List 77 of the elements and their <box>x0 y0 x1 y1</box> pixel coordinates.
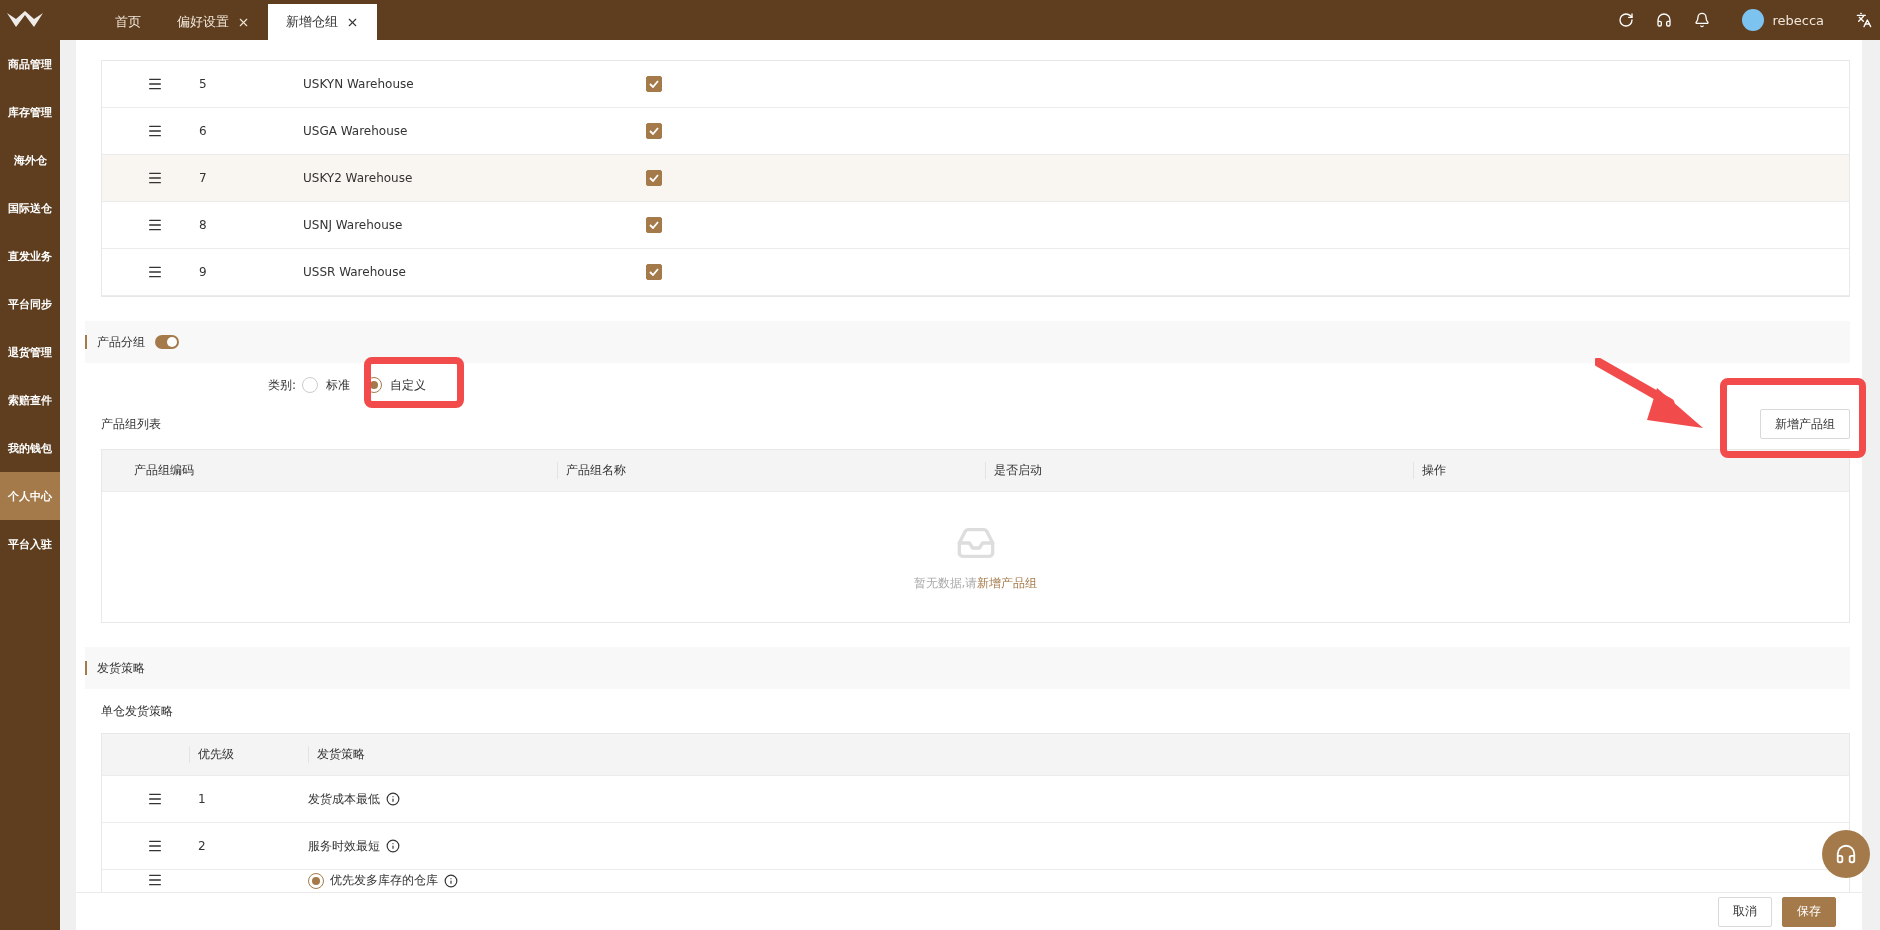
column-header: 产品组名称 <box>566 463 626 477</box>
sidebar-item[interactable]: 个人中心 <box>0 472 60 520</box>
table-cell: 优先发多库存的仓库 <box>330 872 438 889</box>
table-cell: 6 <box>199 124 207 138</box>
translate-icon[interactable] <box>1856 12 1872 28</box>
checkbox[interactable] <box>646 170 662 186</box>
field-label: 类别: <box>268 376 297 394</box>
check-icon <box>649 174 659 182</box>
refresh-icon[interactable] <box>1618 12 1635 28</box>
table-cell: 1 <box>198 792 206 806</box>
column-header: 操作 <box>1422 463 1446 477</box>
info-icon[interactable] <box>444 873 458 888</box>
radio-option[interactable]: 自定义 <box>366 376 427 394</box>
table-cell: 7 <box>199 171 207 185</box>
sidebar-item[interactable]: 海外仓 <box>0 136 60 184</box>
avatar[interactable] <box>1742 9 1765 31</box>
drag-handle-icon[interactable] <box>147 872 163 888</box>
table-cell: 5 <box>199 77 207 91</box>
page-tab[interactable]: 首页 <box>97 4 159 40</box>
checkbox[interactable] <box>646 76 662 92</box>
subsection-title: 单仓发货策略 <box>101 702 173 720</box>
check-icon <box>649 221 659 229</box>
table-cell: USSR Warehouse <box>303 265 406 279</box>
info-icon[interactable] <box>386 792 400 806</box>
sidebar-item[interactable]: 库存管理 <box>0 88 60 136</box>
table-cell: 服务时效最短 <box>308 837 380 855</box>
headset-icon <box>1835 843 1857 865</box>
sidebar-item[interactable]: 索赔查件 <box>0 376 60 424</box>
table-cell: USNJ Warehouse <box>303 218 403 232</box>
empty-message: 暂无数据,请新增产品组 <box>913 574 1038 592</box>
check-icon <box>649 268 659 276</box>
sidebar-item[interactable]: 退货管理 <box>0 328 60 376</box>
cancel-button[interactable]: 取消 <box>1718 896 1772 927</box>
page-tab[interactable]: 新增仓组 <box>268 4 377 40</box>
radio-option[interactable]: 标准 <box>302 376 351 394</box>
table-cell: 2 <box>198 839 206 853</box>
drag-handle-icon[interactable] <box>147 217 163 233</box>
sidebar-item[interactable]: 直发业务 <box>0 232 60 280</box>
info-icon[interactable] <box>386 839 400 853</box>
drag-handle-icon[interactable] <box>147 838 163 854</box>
logo-icon <box>6 11 44 29</box>
user-name[interactable]: rebecca <box>1772 12 1824 28</box>
drag-handle-icon[interactable] <box>147 123 163 139</box>
check-icon <box>649 80 659 88</box>
table-cell: USKYN Warehouse <box>303 77 414 91</box>
column-header: 优先级 <box>198 747 234 761</box>
checkbox[interactable] <box>646 217 662 233</box>
sidebar-item[interactable]: 平台同步 <box>0 280 60 328</box>
section-title: 发货策略 <box>97 659 145 677</box>
drag-handle-icon[interactable] <box>147 76 163 92</box>
column-header: 是否启动 <box>994 463 1042 477</box>
list-title: 产品组列表 <box>101 415 161 433</box>
sidebar-item[interactable]: 我的钱包 <box>0 424 60 472</box>
sidebar-item[interactable]: 国际送仓 <box>0 184 60 232</box>
drag-handle-icon[interactable] <box>147 264 163 280</box>
save-button[interactable]: 保存 <box>1782 896 1836 927</box>
checkbox[interactable] <box>646 264 662 280</box>
table-cell: 9 <box>199 265 207 279</box>
drag-handle-icon[interactable] <box>147 170 163 186</box>
table-cell: USKY2 Warehouse <box>303 171 413 185</box>
table-cell: 发货成本最低 <box>308 790 380 808</box>
toggle-switch[interactable] <box>155 335 179 349</box>
sidebar-item[interactable]: 商品管理 <box>0 40 60 88</box>
section-title: 产品分组 <box>97 333 145 351</box>
sidebar-item[interactable]: 平台入驻 <box>0 520 60 568</box>
bell-icon[interactable] <box>1694 12 1711 28</box>
drag-handle-icon[interactable] <box>147 791 163 807</box>
headphones-icon[interactable] <box>1656 12 1673 28</box>
column-header: 发货策略 <box>317 747 365 761</box>
checkbox[interactable] <box>646 123 662 139</box>
page-tab[interactable]: 偏好设置 <box>159 4 268 40</box>
column-header: 产品组编码 <box>134 463 194 477</box>
table-cell: USGA Warehouse <box>303 124 408 138</box>
table-cell: 8 <box>199 218 207 232</box>
add-product-group-link[interactable]: 新增产品组 <box>977 575 1038 590</box>
check-icon <box>649 127 659 135</box>
add-product-group-button[interactable]: 新增产品组 <box>1760 409 1850 439</box>
